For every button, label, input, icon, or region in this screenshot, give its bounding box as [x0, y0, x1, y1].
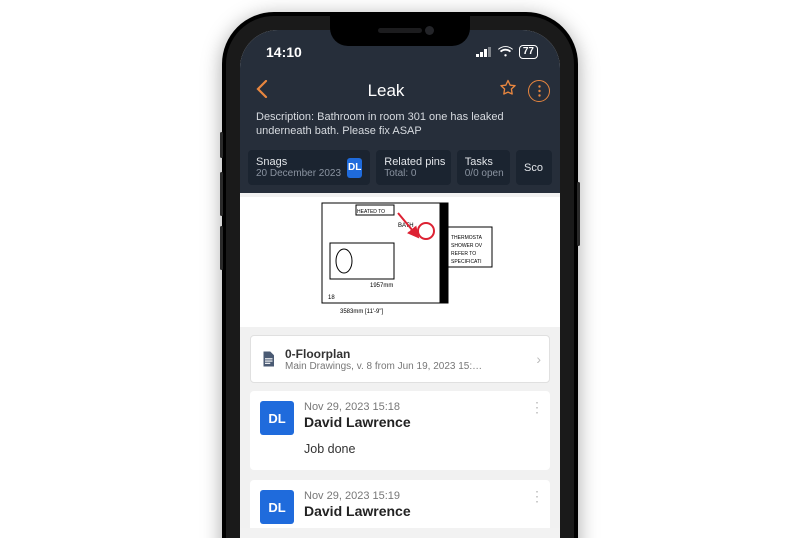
comment-author: David Lawrence — [304, 414, 540, 430]
svg-text:3583mm [11'-9"]: 3583mm [11'-9"] — [340, 309, 384, 315]
chip-sub: 20 December 2023 — [256, 168, 341, 179]
comment-item: DL Nov 29, 2023 15:19 David Lawrence ⋮ — [250, 480, 550, 528]
svg-text:HEATED TO: HEATED TO — [357, 209, 385, 215]
description-text: Description: Bathroom in room 301 one ha… — [250, 108, 550, 146]
side-button — [220, 132, 223, 158]
floorplan-preview[interactable]: HEATED TO BATH 1957mm 3583mm [11'-9"] 18… — [240, 197, 560, 327]
svg-text:THERMOSTA: THERMOSTA — [451, 235, 483, 241]
screen: 14:10 77 Leak — [240, 30, 560, 538]
volume-down — [220, 226, 223, 270]
chip-related-pins[interactable]: Related pins Total: 0 — [376, 150, 451, 185]
chip-label: Sco — [524, 162, 543, 174]
clock: 14:10 — [266, 44, 302, 60]
battery-indicator: 77 — [519, 45, 538, 59]
chip-tasks[interactable]: Tasks 0/0 open — [457, 150, 510, 185]
comment-more-icon[interactable]: ⋮ — [530, 399, 544, 416]
chip-scope[interactable]: Sco — [516, 150, 552, 185]
phone-frame: 14:10 77 Leak — [222, 12, 578, 538]
chip-badge: DL — [347, 158, 362, 178]
comment-date: Nov 29, 2023 15:18 — [304, 401, 540, 413]
chip-sub: Total: 0 — [384, 168, 445, 179]
star-icon[interactable] — [498, 78, 518, 104]
signal-icon — [476, 44, 492, 60]
chip-label: Snags — [256, 156, 341, 168]
more-icon[interactable] — [528, 80, 550, 102]
chip-sub: 0/0 open — [465, 168, 504, 179]
chip-snags[interactable]: Snags 20 December 2023 DL — [248, 150, 370, 185]
avatar: DL — [260, 401, 294, 435]
attachment-name: 0-Floorplan — [285, 347, 528, 361]
comment-text: Job done — [304, 442, 540, 456]
comment-more-icon[interactable]: ⋮ — [530, 488, 544, 505]
attachment-meta: Main Drawings, v. 8 from Jun 19, 2023 15… — [285, 361, 528, 372]
power-button — [577, 182, 580, 246]
file-icon — [259, 350, 277, 368]
avatar: DL — [260, 490, 294, 524]
attachment-card[interactable]: 0-Floorplan Main Drawings, v. 8 from Jun… — [250, 335, 550, 383]
svg-text:SPECIFICATI: SPECIFICATI — [451, 259, 481, 265]
chip-label: Tasks — [465, 156, 504, 168]
tab-chips[interactable]: Snags 20 December 2023 DL Related pins T… — [240, 150, 560, 193]
comment-date: Nov 29, 2023 15:19 — [304, 490, 540, 502]
volume-up — [220, 172, 223, 216]
page-title: Leak — [274, 81, 498, 101]
chip-label: Related pins — [384, 156, 445, 168]
wifi-icon — [498, 44, 513, 60]
back-button[interactable] — [250, 77, 274, 105]
chevron-right-icon: › — [536, 351, 541, 367]
comment-item: DL Nov 29, 2023 15:18 David Lawrence Job… — [250, 391, 550, 470]
svg-text:REFER TO: REFER TO — [451, 251, 476, 257]
svg-text:18: 18 — [328, 295, 335, 301]
svg-text:1957mm: 1957mm — [370, 283, 393, 289]
svg-text:SHOWER OV: SHOWER OV — [451, 243, 483, 249]
comment-author: David Lawrence — [304, 503, 540, 519]
notch — [330, 16, 470, 46]
